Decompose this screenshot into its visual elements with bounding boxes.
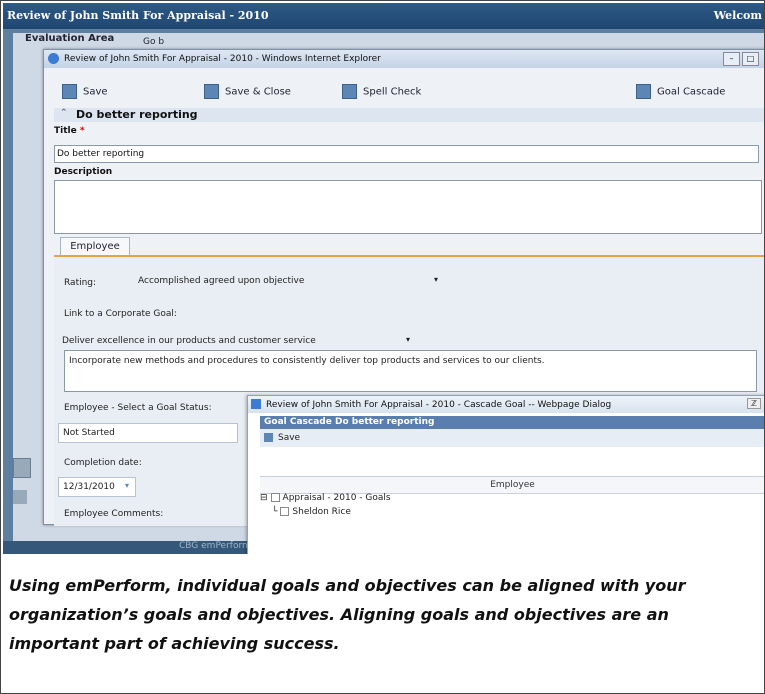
goal-status-label: Employee - Select a Goal Status: — [64, 403, 212, 413]
arrow-icon[interactable] — [13, 490, 27, 504]
goal-cascade-button[interactable]: Goal Cascade — [636, 84, 725, 99]
goal-status-select[interactable]: Not Started — [58, 423, 238, 443]
tree-branch-icon: └ — [272, 507, 278, 517]
save-icon — [62, 84, 77, 99]
go-back-link[interactable]: Go b — [143, 37, 164, 47]
corporate-goal-text[interactable]: Incorporate new methods and procedures t… — [64, 350, 757, 392]
ie-logo-icon — [48, 53, 59, 64]
dialog-title: Review of John Smith For Appraisal - 201… — [266, 400, 612, 410]
collapse-icon[interactable]: ⌃ — [60, 108, 68, 118]
title-label-text: Title — [54, 126, 77, 136]
dialog-header: Goal Cascade Do better reporting — [260, 416, 764, 429]
app-title: Review of John Smith For Appraisal - 201… — [7, 9, 269, 22]
ie-logo-icon — [251, 399, 261, 409]
goal-status-value: Not Started — [63, 428, 115, 438]
tree-root-label: Appraisal - 2010 - Goals — [282, 493, 391, 503]
goal-section-title: Do better reporting — [76, 108, 198, 121]
tab-employee[interactable]: Employee — [60, 237, 130, 256]
required-mark: * — [79, 126, 85, 136]
tree-child-label: Sheldon Rice — [292, 507, 351, 517]
dropdown-arrow-icon: ▾ — [433, 275, 438, 284]
rating-label: Rating: — [64, 278, 97, 288]
people-icon — [636, 84, 651, 99]
dialog-save-button[interactable]: Save — [260, 429, 764, 447]
description-label: Description — [54, 167, 113, 177]
minimize-icon[interactable]: – — [723, 52, 740, 66]
completion-date-label: Completion date: — [64, 458, 142, 468]
save-button[interactable]: Save — [62, 84, 108, 99]
employee-comments-label: Employee Comments: — [64, 509, 164, 519]
save-close-label: Save & Close — [225, 86, 291, 98]
checkbox[interactable] — [280, 507, 290, 516]
cascade-goal-dialog: Review of John Smith For Appraisal - 201… — [247, 395, 764, 554]
goal-section-header[interactable]: ⌃ Do better reporting — [54, 108, 764, 122]
save-close-icon — [204, 84, 219, 99]
tree-expand-icon[interactable]: ⊟ — [260, 493, 268, 503]
save-label: Save — [83, 86, 108, 98]
goal-cascade-label: Goal Cascade — [657, 86, 726, 98]
corporate-goal-label: Link to a Corporate Goal: — [64, 309, 177, 319]
evaluation-area-tab[interactable]: Evaluation Area — [25, 33, 114, 44]
rating-select[interactable]: Accomplished agreed upon objective ▾ — [134, 272, 444, 292]
employee-column-header[interactable]: Employee — [260, 476, 764, 494]
dropdown-arrow-icon: ▾ — [405, 335, 410, 344]
screenshot: Review of John Smith For Appraisal - 201… — [3, 3, 764, 554]
title-label: Title * — [54, 126, 85, 136]
caption: Using emPerform, individual goals and ob… — [9, 576, 686, 653]
figure-frame: Review of John Smith For Appraisal - 201… — [0, 0, 765, 694]
save-icon — [264, 433, 273, 442]
tree-root[interactable]: ⊟ Appraisal - 2010 - Goals — [260, 493, 391, 503]
completion-date-value: 12/31/2010 — [63, 482, 115, 492]
calendar-dropdown-icon[interactable]: ▾ — [125, 481, 129, 490]
welcome-text: Welcom — [713, 9, 762, 22]
save-close-button[interactable]: Save & Close — [204, 84, 291, 99]
goal-toolbar: Save Save & Close Spell Check Goal Casca… — [54, 78, 764, 104]
description-input[interactable] — [54, 180, 762, 234]
printer-icon[interactable] — [13, 458, 31, 478]
corporate-goal-value: Deliver excellence in our products and c… — [62, 336, 316, 346]
tree-child[interactable]: └ Sheldon Rice — [272, 507, 351, 517]
corporate-goal-select[interactable]: Deliver excellence in our products and c… — [58, 332, 416, 352]
app-title-bar: Review of John Smith For Appraisal - 201… — [3, 3, 764, 29]
dialog-save-label: Save — [278, 433, 301, 443]
spell-check-icon — [342, 84, 357, 99]
maximize-icon[interactable]: □ — [742, 52, 759, 66]
browser-title: Review of John Smith For Appraisal - 201… — [64, 54, 381, 64]
spell-check-button[interactable]: Spell Check — [342, 84, 421, 99]
spell-check-label: Spell Check — [363, 86, 422, 98]
completion-date-input[interactable]: 12/31/2010 ▾ — [58, 477, 136, 497]
rating-value: Accomplished agreed upon objective — [138, 276, 305, 286]
checkbox[interactable] — [270, 493, 280, 502]
browser-title-bar: Review of John Smith For Appraisal - 201… — [44, 50, 764, 68]
title-input[interactable]: Do better reporting — [54, 145, 759, 163]
dialog-title-bar: Review of John Smith For Appraisal - 201… — [248, 396, 764, 413]
close-icon[interactable]: ℤ — [747, 398, 761, 409]
